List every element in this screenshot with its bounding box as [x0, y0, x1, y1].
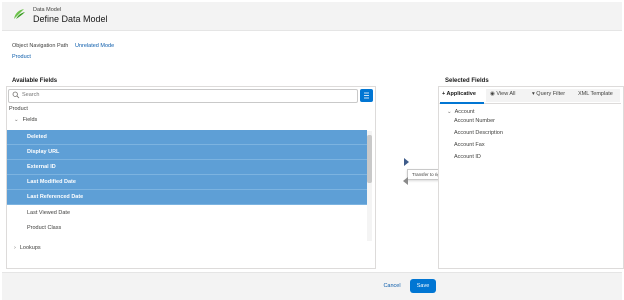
page-title: Define Data Model: [33, 14, 108, 24]
tree-group-lookups[interactable]: › Lookups: [14, 245, 41, 251]
cancel-button[interactable]: Cancel: [378, 279, 406, 293]
list-view-button[interactable]: [360, 89, 373, 102]
tab-view-all[interactable]: ◉ View All: [490, 91, 516, 97]
tab-view-all-label: View All: [496, 91, 516, 97]
save-button[interactable]: Save: [410, 279, 436, 293]
chevron-down-icon: ⌄: [14, 117, 19, 123]
available-fields-heading: Available Fields: [12, 78, 58, 84]
object-navigation-label: Object Navigation Path: [12, 43, 69, 49]
selected-fields-heading: Selected Fields: [445, 78, 489, 84]
selected-group-account[interactable]: ⌄ Account: [447, 109, 474, 115]
selected-group-label: Account: [454, 109, 475, 115]
header-subtitle: Data Model: [33, 7, 62, 13]
tree-root-product: Product: [9, 106, 28, 112]
tree-group-fields[interactable]: ⌄ Fields: [14, 117, 37, 123]
chevron-down-icon: ⌄: [447, 109, 452, 115]
page-footer: [2, 272, 622, 300]
tree-group-label: Fields: [22, 117, 38, 123]
field-row-selected[interactable]: Last Modified Date: [7, 175, 367, 190]
app-logo-icon: [14, 9, 25, 19]
list-icon: [364, 92, 369, 99]
search-icon: [12, 91, 20, 99]
active-tab-indicator: [440, 102, 484, 104]
unrelated-mode-link[interactable]: Unrelated Mode: [75, 43, 114, 49]
field-row[interactable]: Product Class: [7, 221, 367, 236]
tab-query-filter-label: Query Filter: [536, 91, 566, 97]
chevron-right-icon: ›: [14, 245, 16, 251]
transfer-right-icon[interactable]: [404, 158, 409, 166]
product-breadcrumb-link[interactable]: Product: [12, 54, 31, 60]
field-row-selected[interactable]: Last Referenced Date: [7, 190, 367, 205]
lookups-label: Lookups: [19, 245, 41, 251]
selected-field-item[interactable]: Account Description: [454, 130, 503, 136]
tab-query-filter[interactable]: ▾ Query Filter: [532, 91, 565, 97]
selected-field-item[interactable]: Account ID: [454, 154, 481, 160]
field-row-selected[interactable]: Display URL: [7, 145, 367, 160]
search-input[interactable]: [22, 90, 352, 100]
selected-field-item[interactable]: Account Number: [454, 118, 495, 124]
selected-field-item[interactable]: Account Fax: [454, 142, 485, 148]
tab-xml-template[interactable]: XML Template: [578, 91, 613, 97]
field-row-selected[interactable]: External ID: [7, 160, 367, 175]
transfer-left-icon[interactable]: [403, 177, 408, 185]
eye-icon: ◉: [490, 91, 495, 97]
field-row[interactable]: Last Viewed Date: [7, 206, 367, 221]
field-row-selected[interactable]: Deleted: [7, 130, 367, 145]
scroll-thumb[interactable]: [367, 135, 372, 183]
filter-icon: ▾: [532, 91, 535, 97]
tab-applicative[interactable]: + Applicative: [442, 91, 476, 97]
